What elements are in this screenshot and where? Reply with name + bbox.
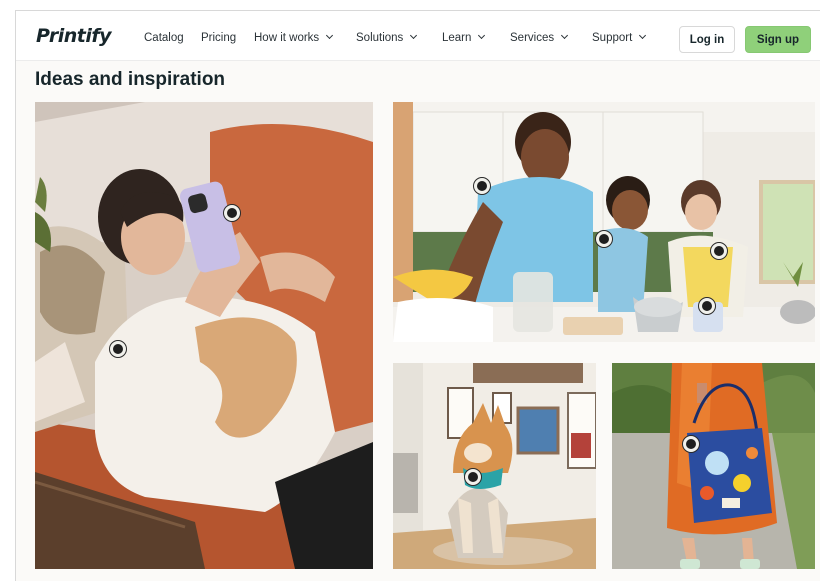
nav-solutions-label: Solutions: [356, 32, 404, 44]
tote-bag-photo: [612, 363, 815, 569]
nav-services-label: Services: [510, 32, 555, 44]
chevron-down-icon: [561, 31, 569, 40]
top-navigation: Printify Catalog Pricing How it works So…: [16, 11, 820, 61]
printify-logo[interactable]: Printify: [36, 25, 112, 47]
section-title: Ideas and inspiration: [35, 69, 226, 90]
login-button[interactable]: Log in: [679, 26, 735, 53]
chevron-down-icon: [410, 31, 418, 40]
gallery-image-family-kitchen[interactable]: [393, 102, 815, 342]
hotspot-tote-bag[interactable]: [682, 435, 700, 453]
woman-phone-photo: [35, 102, 373, 569]
hotspot-mug[interactable]: [698, 297, 716, 315]
nav-how-it-works[interactable]: How it works: [254, 31, 334, 44]
nav-pricing-label: Pricing: [201, 32, 237, 44]
nav-pricing[interactable]: Pricing: [201, 32, 236, 44]
nav-support[interactable]: Support: [592, 31, 647, 44]
hotspot-mens-tshirt[interactable]: [473, 177, 491, 195]
hotspot-apron[interactable]: [710, 242, 728, 260]
chevron-down-icon: [639, 31, 647, 40]
gallery-image-tote-bag[interactable]: [612, 363, 815, 569]
hotspot-pet-bandana[interactable]: [464, 468, 482, 486]
nav-services[interactable]: Services: [510, 31, 569, 44]
nav-catalog-label: Catalog: [144, 32, 184, 44]
hotspot-kids-tshirt[interactable]: [595, 230, 613, 248]
gallery-image-shiba-bandana[interactable]: [393, 363, 596, 569]
chevron-down-icon: [478, 31, 486, 40]
shiba-bandana-photo: [393, 363, 596, 569]
page-frame: Printify Catalog Pricing How it works So…: [15, 10, 820, 581]
hotspot-phone-case[interactable]: [223, 204, 241, 222]
nav-learn-label: Learn: [442, 32, 472, 44]
gallery-image-woman-phone[interactable]: [35, 102, 373, 569]
hotspot-tshirt[interactable]: [109, 340, 127, 358]
signup-button[interactable]: Sign up: [745, 26, 811, 53]
nav-how-it-works-label: How it works: [254, 32, 320, 44]
nav-catalog[interactable]: Catalog: [144, 32, 184, 44]
family-kitchen-photo: [393, 102, 815, 342]
nav-learn[interactable]: Learn: [442, 31, 486, 44]
nav-support-label: Support: [592, 32, 633, 44]
chevron-down-icon: [326, 31, 334, 40]
nav-solutions[interactable]: Solutions: [356, 31, 418, 44]
